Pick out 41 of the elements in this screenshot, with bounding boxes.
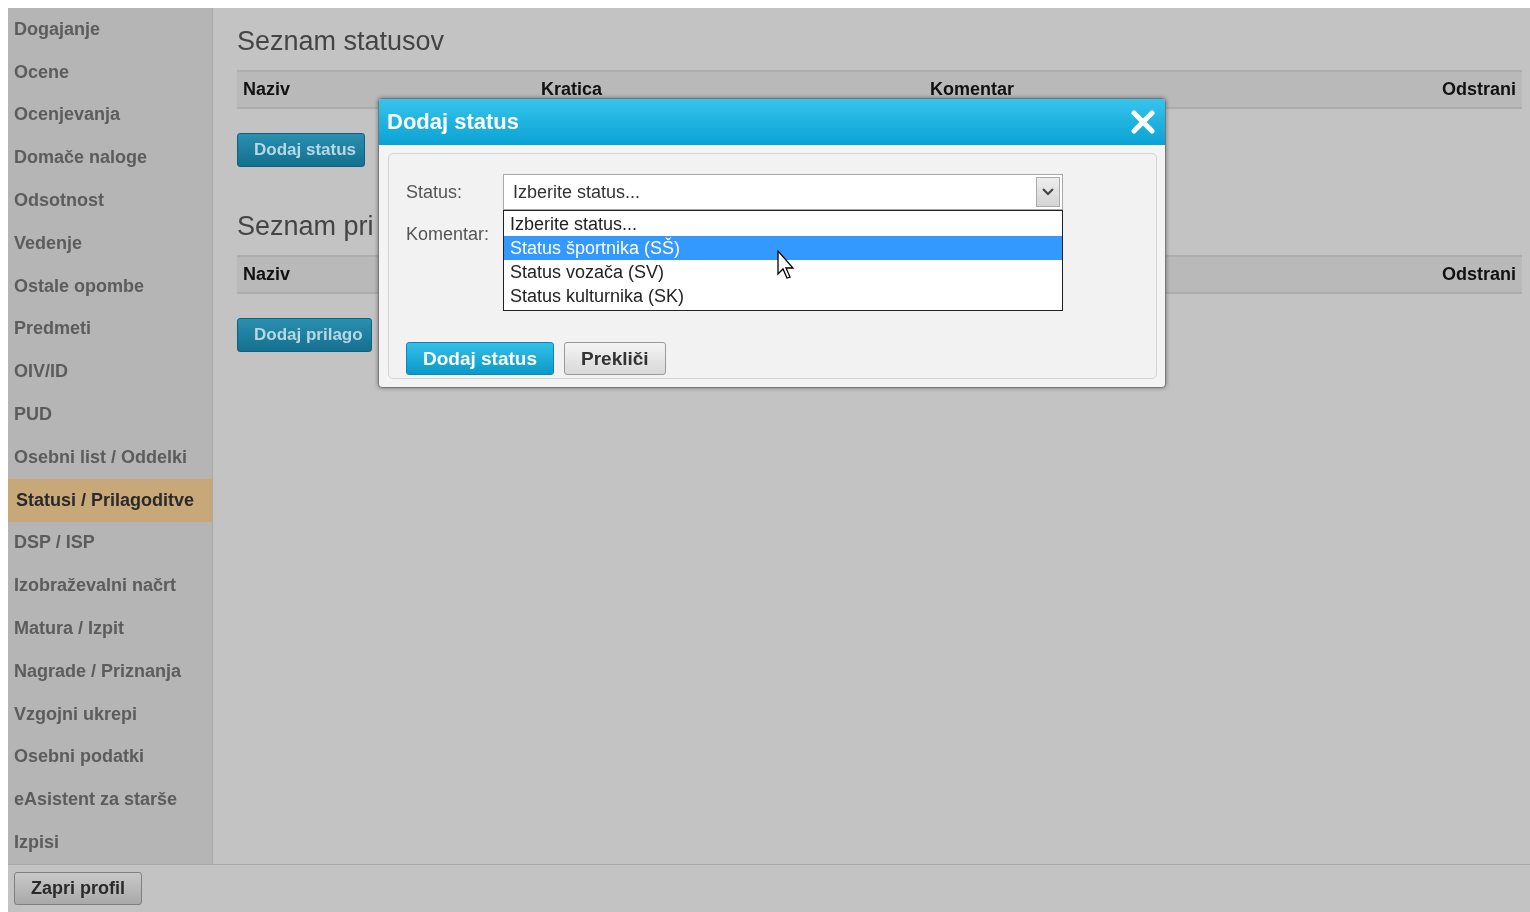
column-header: Naziv [242,79,292,100]
sidebar-item[interactable]: Dogajanje [8,8,212,51]
sidebar-item[interactable]: Statusi / Prilagoditve [8,478,212,522]
add-button[interactable]: Dodaj status [237,133,366,167]
sidebar-item[interactable]: DSP / ISP [8,521,212,565]
sidebar-item[interactable]: Izobraževalni načrt [8,564,212,608]
close-profile-button[interactable]: Zapri profil [14,872,142,905]
submit-button[interactable]: Dodaj status [406,342,555,375]
column-header: Naziv [242,264,292,285]
sidebar-item[interactable]: eAsistent za starše [8,778,212,822]
sidebar-item[interactable]: Odsotnost [8,179,212,222]
section-title: Seznam statusov [237,26,445,58]
field-label: Status: [406,181,464,203]
close-button[interactable] [1129,108,1157,136]
column-header: Kratica [540,79,604,100]
close-icon [1131,110,1155,134]
sidebar-item[interactable]: Ocene [8,50,212,94]
sidebar-item[interactable]: Izpisi [8,821,212,864]
cancel-button[interactable]: Prekliči [564,342,666,375]
sidebar-item[interactable]: Predmeti [8,307,212,351]
sidebar-item[interactable]: Matura / Izpit [8,607,212,650]
sidebar-item[interactable]: Domače naloge [8,136,212,180]
sidebar-item[interactable]: Vzgojni ukrepi [8,692,212,736]
section-title: Seznam pri [237,211,374,243]
column-header: Komentar [929,79,1015,100]
status-select[interactable]: Izberite status... [503,174,1063,210]
dialog-title: Dodaj status [387,109,520,135]
dropdown-option[interactable]: Status športnika (SŠ) [504,236,1062,260]
sidebar-item[interactable]: Ostale opombe [8,264,212,308]
field-label: Komentar: [406,223,491,245]
column-header: Odstrani [1441,79,1517,100]
sidebar-item[interactable]: Nagrade / Priznanja [8,649,212,693]
sidebar-item[interactable]: Osebni list / Oddelki [8,435,212,479]
mouse-pointer-icon [777,250,797,280]
add-button[interactable]: Dodaj prilago [237,318,372,352]
sidebar-item[interactable]: Vedenje [8,222,212,265]
sidebar-item[interactable]: Osebni podatki [8,735,212,779]
column-header: Odstrani [1441,264,1517,285]
sidebar-item[interactable]: PUD [8,393,212,436]
sidebar-item[interactable]: Ocenjevanja [8,93,212,137]
sidebar-item[interactable]: OIV/ID [8,350,212,394]
